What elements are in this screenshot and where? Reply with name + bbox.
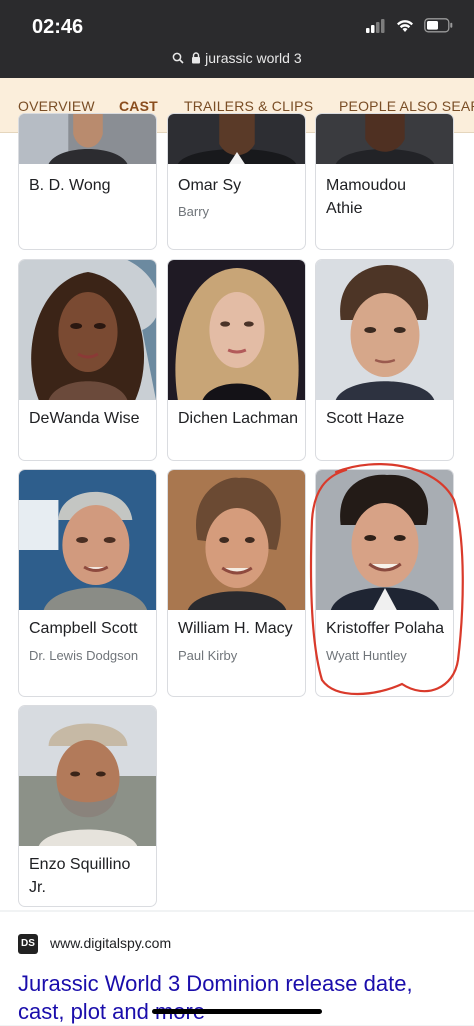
- cast-card-campbell-scott[interactable]: Campbell Scott Dr. Lewis Dodgson: [18, 469, 157, 697]
- cast-photo: [19, 114, 156, 164]
- cast-name: Mamoudou Athie: [326, 177, 407, 217]
- result-site[interactable]: www.digitalspy.com: [50, 935, 171, 951]
- battery-icon: [424, 18, 453, 33]
- cast-grid: B. D. Wong Omar Sy Barry Mamoudou Athie: [0, 113, 474, 910]
- site-favicon: DS: [18, 934, 38, 954]
- url-text: jurassic world 3: [205, 50, 302, 66]
- wifi-icon: [397, 19, 413, 32]
- clock: 02:46: [32, 16, 84, 38]
- cast-photo: [168, 470, 305, 610]
- tab-overview[interactable]: OVERVIEW: [18, 98, 95, 114]
- cast-role: Paul Kirby: [178, 648, 238, 663]
- cast-name: Scott Haze: [326, 410, 405, 427]
- cast-card-bd-wong[interactable]: B. D. Wong: [18, 113, 157, 250]
- address-bar[interactable]: jurassic world 3: [0, 50, 474, 66]
- cast-name: Campbell Scott: [29, 620, 138, 637]
- cast-photo: [168, 114, 305, 164]
- tab-cast[interactable]: CAST: [119, 98, 158, 114]
- cast-photo: [168, 260, 305, 400]
- cast-photo: [19, 470, 156, 610]
- cast-photo: [316, 470, 453, 610]
- cast-name: Kristoffer Polaha: [326, 620, 444, 637]
- cast-photo: [316, 114, 453, 164]
- cast-card-dichen-lachman[interactable]: Dichen Lachman: [167, 259, 306, 461]
- result-headline-link[interactable]: Jurassic World 3 Dominion release date, …: [18, 970, 458, 1026]
- search-icon: [173, 52, 184, 64]
- cast-photo: [19, 706, 156, 846]
- cast-card-william-h-macy[interactable]: William H. Macy Paul Kirby: [167, 469, 306, 697]
- cast-card-dewanda-wise[interactable]: DeWanda Wise: [18, 259, 157, 461]
- tab-trailers-clips[interactable]: TRAILERS & CLIPS: [184, 98, 313, 114]
- cast-name: Omar Sy: [178, 177, 242, 194]
- cast-card-omar-sy[interactable]: Omar Sy Barry: [167, 113, 306, 250]
- cast-photo: [19, 260, 156, 400]
- cast-role: Barry: [178, 204, 210, 219]
- tab-people-also-search[interactable]: PEOPLE ALSO SEARCH FOR: [339, 98, 474, 114]
- cast-card-kristoffer-polaha[interactable]: Kristoffer Polaha Wyatt Huntley: [315, 469, 454, 697]
- cast-name: DeWanda Wise: [29, 410, 140, 427]
- cast-card-mamoudou-athie[interactable]: Mamoudou Athie: [315, 113, 454, 250]
- cast-name: B. D. Wong: [29, 177, 111, 194]
- status-icons: [366, 18, 454, 33]
- cast-role: Dr. Lewis Dodgson: [29, 648, 139, 663]
- home-indicator[interactable]: [152, 1009, 322, 1014]
- cast-card-enzo-squillino-jr[interactable]: Enzo Squillino Jr.: [18, 705, 157, 907]
- cast-name: Dichen Lachman: [178, 410, 299, 427]
- signal-icon: [366, 18, 385, 33]
- cast-name: Enzo Squillino Jr.: [29, 856, 131, 896]
- cast-name: William H. Macy: [178, 620, 293, 637]
- cast-photo: [316, 260, 453, 400]
- status-bar: 02:46 jurassic world 3: [0, 0, 474, 78]
- cast-card-scott-haze[interactable]: Scott Haze: [315, 259, 454, 461]
- lock-icon: [192, 52, 201, 64]
- cast-role: Wyatt Huntley: [326, 648, 407, 663]
